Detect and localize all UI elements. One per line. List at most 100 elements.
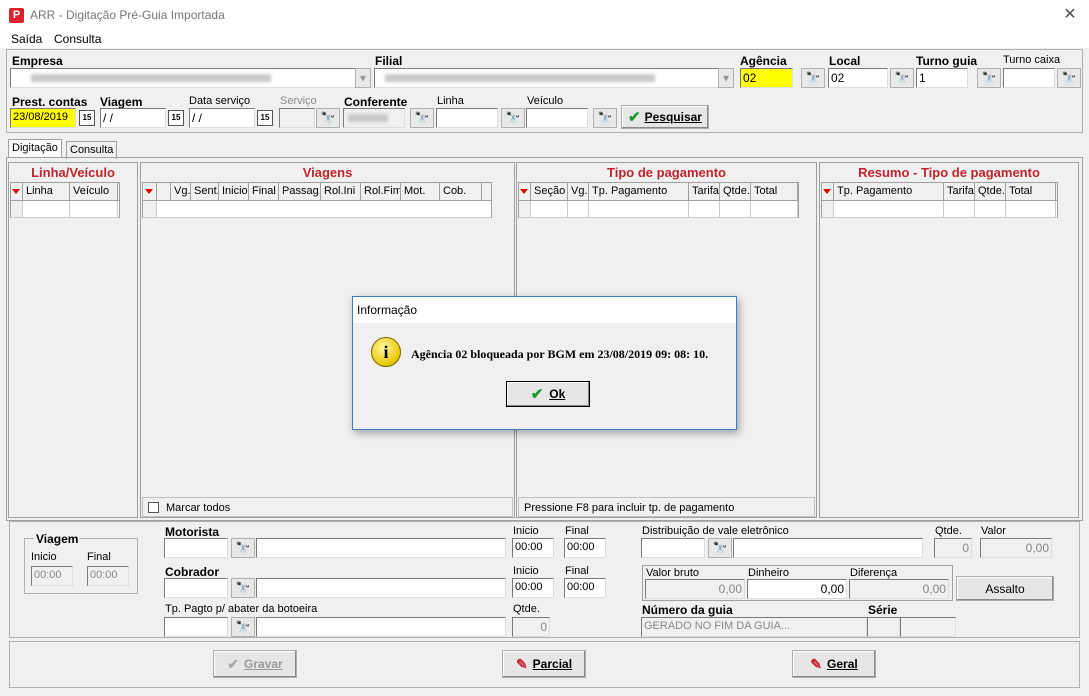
- marcar-todos-label: Marcar todos: [166, 502, 231, 514]
- geral-button[interactable]: ✎ Geral: [792, 650, 876, 678]
- info-dialog: Informação i Agência 02 bloqueada por BG…: [352, 296, 737, 430]
- col-viagens-3[interactable]: Final: [249, 183, 279, 200]
- resumo-title: Resumo - Tipo de pagamento: [858, 165, 1040, 180]
- empresa-field[interactable]: [10, 68, 356, 88]
- tipo-pagamento-grid[interactable]: Seção Vg. Tp. Pagamento Tarifa Qtde. Total: [518, 182, 799, 218]
- col-tarifa[interactable]: Tarifa: [689, 183, 720, 200]
- filial-label: Filial: [375, 54, 403, 68]
- distribuicao-name-field[interactable]: [733, 538, 923, 558]
- turno-guia-field[interactable]: 1: [916, 68, 968, 88]
- turno-guia-label: Turno guia: [916, 54, 978, 68]
- distribuicao-search-icon[interactable]: 🔭: [708, 538, 732, 558]
- title-bar: P ARR - Digitação Pré-Guia Importada ✕: [0, 0, 1089, 30]
- col-viagens-5[interactable]: Rol.Ini: [321, 183, 361, 200]
- col-secao[interactable]: Seção: [531, 183, 568, 200]
- viagens-footer: Marcar todos: [142, 497, 513, 517]
- col-viagens-8[interactable]: Cob.: [440, 183, 482, 200]
- dinheiro-label: Dinheiro: [748, 567, 789, 579]
- col-resumo-total[interactable]: Total: [1006, 183, 1056, 200]
- data-servico-calendar-icon[interactable]: 15: [257, 110, 273, 126]
- diferenca-label: Diferença: [850, 567, 898, 579]
- col-qtde[interactable]: Qtde.: [720, 183, 751, 200]
- prest-contas-field[interactable]: 23/08/2019: [10, 108, 76, 128]
- turno-guia-search-icon[interactable]: 🔭: [977, 68, 1001, 88]
- qtde2-field: 0: [934, 538, 972, 558]
- close-icon[interactable]: ✕: [1059, 4, 1081, 26]
- linha-search-icon[interactable]: 🔭: [501, 108, 525, 128]
- linha-field[interactable]: [436, 108, 498, 128]
- col-viagens-6[interactable]: Rol.Fim: [361, 183, 401, 200]
- col-resumo-tarifa[interactable]: Tarifa: [944, 183, 975, 200]
- cobrador-name-field[interactable]: [256, 578, 506, 598]
- info-icon: i: [371, 337, 401, 367]
- col-viagens-1[interactable]: Sent.: [191, 183, 219, 200]
- agencia-search-icon[interactable]: 🔭: [801, 68, 825, 88]
- local-field[interactable]: 02: [828, 68, 888, 88]
- check-icon: ✔: [530, 386, 544, 403]
- col-viagens-0[interactable]: Vg.: [171, 183, 191, 200]
- viagem-calendar-icon[interactable]: 15: [168, 110, 184, 126]
- cobrador-label: Cobrador: [165, 565, 219, 579]
- menu-saida[interactable]: Saída: [11, 32, 42, 46]
- motorista-inicio-field[interactable]: 00:00: [512, 538, 554, 558]
- turno-caixa-search-icon[interactable]: 🔭: [1057, 68, 1081, 88]
- turno-caixa-field[interactable]: [1003, 68, 1055, 88]
- resumo-grid[interactable]: Tp. Pagamento Tarifa Qtde. Total: [821, 182, 1058, 218]
- prest-contas-calendar-icon[interactable]: 15: [79, 110, 95, 126]
- cobrador-inicio-field[interactable]: 00:00: [512, 578, 554, 598]
- local-search-icon[interactable]: 🔭: [890, 68, 914, 88]
- col-resumo-qtde[interactable]: Qtde.: [975, 183, 1006, 200]
- viagens-grid[interactable]: Vg. Sent. Inicio Final Passag. Rol.Ini Rol.Fim…: [142, 182, 492, 218]
- motorista-code-field[interactable]: [164, 538, 228, 558]
- col-viagens-7[interactable]: Mot.: [401, 183, 440, 200]
- tp-pagto-code-field[interactable]: [164, 617, 228, 637]
- empresa-dropdown-icon[interactable]: ▾: [355, 68, 371, 88]
- ok-button[interactable]: ✔ Ok: [506, 381, 590, 407]
- pesquisar-button[interactable]: ✔ Pesquisar: [621, 105, 709, 129]
- col-total[interactable]: Total: [751, 183, 798, 200]
- col-veiculo[interactable]: Veículo: [70, 183, 118, 200]
- motorista-label: Motorista: [165, 525, 219, 539]
- f8-hint: Pressione F8 para incluir tp. de pagamen…: [524, 502, 735, 514]
- motorista-search-icon[interactable]: 🔭: [231, 538, 255, 558]
- data-servico-field[interactable]: / /: [189, 108, 255, 128]
- cobrador-final-field[interactable]: 00:00: [564, 578, 606, 598]
- eraser-icon: ✎: [515, 655, 528, 672]
- tab-digitacao[interactable]: Digitação: [8, 139, 62, 158]
- col-vg[interactable]: Vg.: [568, 183, 589, 200]
- col-resumo-tp-pagamento[interactable]: Tp. Pagamento: [834, 183, 944, 200]
- veiculo-search-icon[interactable]: 🔭: [593, 108, 617, 128]
- agencia-field[interactable]: 02: [740, 68, 793, 88]
- app-logo-icon: P: [9, 8, 24, 23]
- menu-consulta[interactable]: Consulta: [54, 32, 101, 46]
- motorista-final-field[interactable]: 00:00: [564, 538, 606, 558]
- distribuicao-code-field[interactable]: [641, 538, 705, 558]
- agencia-label: Agência: [740, 54, 787, 68]
- parcial-button[interactable]: ✎ Parcial: [502, 650, 586, 678]
- tp-pagto-name-field[interactable]: [256, 617, 506, 637]
- sort-arrow-icon: [145, 189, 153, 194]
- assalto-button[interactable]: Assalto: [956, 576, 1054, 601]
- conferente-field[interactable]: [343, 108, 405, 128]
- check-icon: ✔: [227, 655, 240, 672]
- cobrador-code-field[interactable]: [164, 578, 228, 598]
- col-viagens-2[interactable]: Inicio: [219, 183, 249, 200]
- linha-veiculo-grid[interactable]: Linha Veículo: [10, 182, 120, 218]
- col-tp-pagamento[interactable]: Tp. Pagamento: [589, 183, 689, 200]
- viagem-inicio-field: 00:00: [31, 566, 73, 586]
- filial-field[interactable]: [374, 68, 720, 88]
- marcar-todos-checkbox[interactable]: [148, 502, 159, 513]
- dinheiro-field[interactable]: 0,00: [747, 579, 847, 599]
- conferente-search-icon[interactable]: 🔭: [410, 108, 434, 128]
- col-linha[interactable]: Linha: [23, 183, 70, 200]
- cobrador-inicio-label: Inicio: [513, 565, 539, 577]
- qtde-field: 0: [512, 617, 550, 637]
- filial-dropdown-icon[interactable]: ▾: [718, 68, 734, 88]
- cobrador-search-icon[interactable]: 🔭: [231, 578, 255, 598]
- serie-label: Série: [868, 603, 898, 617]
- tp-pagto-search-icon[interactable]: 🔭: [231, 617, 255, 637]
- viagem-date-field[interactable]: / /: [100, 108, 166, 128]
- veiculo-field[interactable]: [526, 108, 588, 128]
- motorista-name-field[interactable]: [256, 538, 506, 558]
- col-viagens-4[interactable]: Passag.: [279, 183, 321, 200]
